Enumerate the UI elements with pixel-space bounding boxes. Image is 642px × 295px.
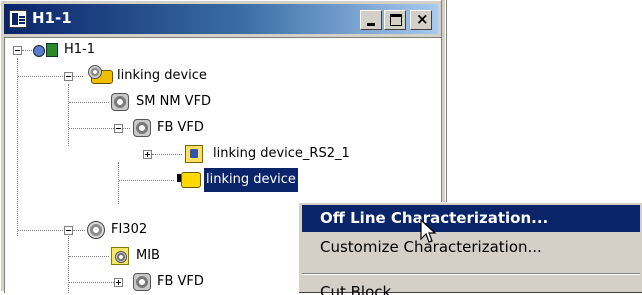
tree-node-mib[interactable]: MIB <box>5 244 305 268</box>
close-icon: × <box>416 10 429 28</box>
context-menu: Off Line Characterization... Customize C… <box>298 202 642 295</box>
tree-line <box>69 128 114 129</box>
title-bar[interactable]: H1-1 × <box>4 4 438 34</box>
expand-icon[interactable] <box>143 150 152 159</box>
collapse-icon[interactable] <box>114 124 123 133</box>
tree-line <box>152 154 182 155</box>
field-device-icon <box>87 221 105 239</box>
menu-item-off-line-characterization[interactable]: Off Line Characterization... <box>302 205 640 232</box>
tree-label: linking device_RS2_1 <box>213 146 350 161</box>
minimize-button[interactable] <box>360 10 382 30</box>
window-icon <box>9 10 27 28</box>
tree-label: MIB <box>136 248 160 263</box>
mib-icon <box>111 247 129 265</box>
tree-label: FI302 <box>111 222 148 237</box>
mouse-cursor-icon <box>420 219 437 243</box>
expand-icon[interactable] <box>114 278 123 287</box>
tree-label: SM NM VFD <box>136 94 212 109</box>
tree-line <box>22 50 32 51</box>
tree-node-sm-nm-vfd[interactable]: SM NM VFD <box>5 90 305 114</box>
tree-node-fi302[interactable]: FI302 <box>5 218 305 242</box>
close-button[interactable]: × <box>410 10 432 30</box>
tree-line <box>73 230 85 231</box>
window-title: H1-1 <box>32 9 72 27</box>
tree-node-linking-device-rs2-1[interactable]: linking device_RS2_1 <box>5 142 435 166</box>
tree-label: FB VFD <box>157 274 204 289</box>
tree-label: linking device <box>117 68 207 83</box>
tree-line <box>123 128 130 129</box>
vfd-icon <box>133 273 151 291</box>
tree-label: H1-1 <box>64 42 96 57</box>
tree-label-selected: linking device <box>203 167 299 193</box>
tree-node-fb-vfd[interactable]: FB VFD <box>5 116 305 140</box>
tree-line <box>18 76 63 77</box>
collapse-icon[interactable] <box>64 72 73 81</box>
tree-line <box>69 102 109 103</box>
tree-line <box>69 256 109 257</box>
tree-node-fb-vfd-2[interactable]: FB VFD <box>5 270 305 294</box>
tree-line <box>18 230 63 231</box>
network-icon <box>33 41 59 59</box>
linking-device-icon <box>88 65 113 84</box>
maximize-button[interactable] <box>384 10 406 30</box>
block-icon <box>177 172 201 188</box>
menu-separator <box>302 273 640 275</box>
menu-item-cut-block[interactable]: Cut Block <box>302 279 640 295</box>
collapse-icon[interactable] <box>64 226 73 235</box>
menu-item-customize-characterization[interactable]: Customize Characterization... <box>302 234 640 261</box>
tree-label: FB VFD <box>157 120 204 135</box>
vfd-icon <box>133 119 151 137</box>
tree-line <box>119 180 174 181</box>
tree-node-linking-device-selected[interactable]: linking device <box>5 167 435 193</box>
collapse-icon[interactable] <box>13 46 22 55</box>
rs-block-icon <box>185 145 203 163</box>
tree-node-linking-device[interactable]: linking device <box>5 64 305 88</box>
tree-line <box>73 76 83 77</box>
vfd-icon <box>111 93 129 111</box>
tree-node-h1-1[interactable]: H1-1 <box>5 38 205 62</box>
tree-line <box>69 282 114 283</box>
